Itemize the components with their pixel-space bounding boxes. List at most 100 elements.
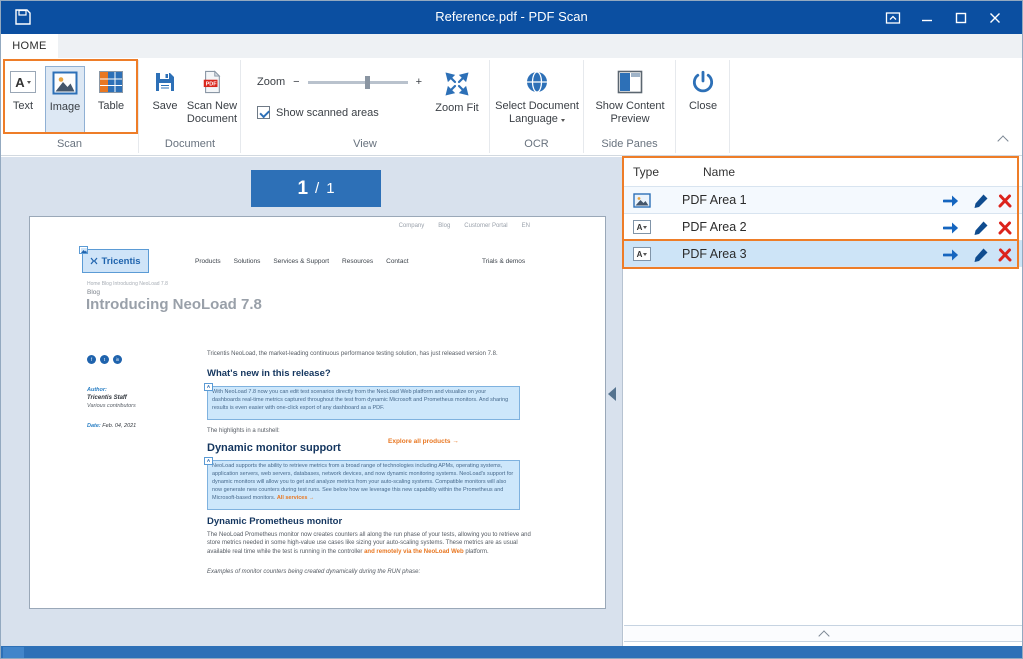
ribbon-group-scan: A Text Image Table Scan <box>1 60 139 153</box>
statusbar-accent <box>3 647 24 659</box>
zoom-slider-handle[interactable] <box>365 76 370 89</box>
doc-nutshell-line: The highlights in a nutshell: <box>207 428 280 434</box>
delete-area-button[interactable] <box>994 193 1016 209</box>
doc-heading-release: What's new in this release? <box>207 368 331 379</box>
page-indicator: 1 / 1 <box>251 170 381 207</box>
zoom-label: Zoom <box>257 76 285 88</box>
zoom-fit-button[interactable]: Zoom Fit <box>431 68 483 136</box>
tricentis-logo-mark <box>90 257 98 265</box>
doc-author-sub: Various contributors <box>87 403 136 409</box>
goto-area-button[interactable] <box>942 220 964 236</box>
image-area-button[interactable]: Image <box>45 66 85 134</box>
zoom-in-button[interactable]: + <box>416 76 422 88</box>
close-window-button[interactable] <box>978 1 1012 34</box>
edit-area-button[interactable] <box>970 247 992 263</box>
minimize-button[interactable] <box>910 1 944 34</box>
ribbon-tab-row: HOME <box>1 34 1022 58</box>
power-icon <box>690 66 716 98</box>
show-scanned-areas-row: Show scanned areas <box>257 106 379 119</box>
column-header-name: Name <box>703 165 735 179</box>
ribbon-group-close: Close <box>676 60 730 153</box>
expand-pane-chevron-icon <box>818 630 829 641</box>
pdf-area-2-highlight[interactable]: A With NeoLoad 7.8 now you can edit test… <box>207 386 520 420</box>
text-area-marker-icon: A <box>204 457 213 465</box>
ribbon: A Text Image Table Scan <box>1 58 1022 156</box>
pdf-area-3-highlight[interactable]: A NeoLoad supports the ability to retrie… <box>207 460 520 510</box>
image-area-marker-icon <box>79 246 88 254</box>
save-icon <box>153 66 177 98</box>
close-document-button[interactable]: Close <box>679 66 727 134</box>
doc-social-icons: f t in <box>87 355 122 364</box>
pdf-area-1-highlight[interactable]: Tricentis <box>82 249 149 273</box>
column-header-type: Type <box>633 165 659 179</box>
edit-area-button[interactable] <box>970 193 992 209</box>
facebook-icon: f <box>87 355 96 364</box>
splitter-collapse-arrow[interactable] <box>608 387 616 401</box>
delete-area-button[interactable] <box>994 247 1016 263</box>
area-name: PDF Area 2 <box>682 220 747 234</box>
area-name: PDF Area 3 <box>682 247 747 261</box>
show-content-preview-button[interactable]: Show Content Preview <box>588 66 672 134</box>
ribbon-group-view: Zoom − + Show scanned areas Zoom Fit Vie… <box>241 60 490 153</box>
goto-area-button[interactable] <box>942 193 964 209</box>
table-icon <box>98 66 124 98</box>
zoom-out-button[interactable]: − <box>293 76 299 88</box>
zoom-controls: Zoom − + <box>257 76 422 88</box>
scanned-page-preview: CompanyBlogCustomer PortalEN Tricentis P… <box>29 216 606 609</box>
doc-top-links: CompanyBlogCustomer PortalEN <box>330 223 530 229</box>
window-controls <box>876 1 1012 34</box>
text-area-marker-icon: A <box>204 383 213 391</box>
window-title: Reference.pdf - PDF Scan <box>1 9 1022 24</box>
ribbon-collapse-chevron[interactable] <box>996 137 1010 147</box>
image-icon <box>52 67 78 99</box>
doc-examples-line: Examples of monitor counters being creat… <box>207 569 539 575</box>
tab-home[interactable]: HOME <box>1 34 58 58</box>
image-type-icon <box>633 193 651 213</box>
goto-area-button[interactable] <box>942 247 964 263</box>
ribbon-display-options-icon[interactable] <box>876 1 910 34</box>
pdf-areas-panel: Type Name PDF Area 1 A PDF Area 2 A PDF … <box>624 157 1023 646</box>
area-name: PDF Area 1 <box>682 193 747 207</box>
doc-author-label: Author: <box>87 387 107 393</box>
twitter-icon: t <box>100 355 109 364</box>
pdf-document-icon: PDF <box>201 66 223 98</box>
show-scanned-areas-label: Show scanned areas <box>276 107 379 119</box>
doc-inline-link: and remotely via the NeoLoad Web <box>364 549 464 555</box>
table-row-pdf-area-1[interactable]: PDF Area 1 <box>624 186 1023 213</box>
document-canvas: 1 / 1 CompanyBlogCustomer PortalEN Trice… <box>1 157 623 646</box>
scan-new-document-button[interactable]: PDF Scan New Document <box>184 66 240 134</box>
doc-all-services-link: All services → <box>277 495 315 501</box>
edit-area-button[interactable] <box>970 220 992 236</box>
doc-blog-label: Blog <box>87 289 100 296</box>
delete-area-button[interactable] <box>994 220 1016 236</box>
page-current: 1 <box>297 178 308 200</box>
save-button[interactable]: Save <box>146 66 184 134</box>
table-row-pdf-area-2[interactable]: A PDF Area 2 <box>624 213 1023 240</box>
doc-article-title: Introducing NeoLoad 7.8 <box>86 296 262 313</box>
text-style-icon: A <box>10 66 36 98</box>
content-preview-collapsed-pane[interactable] <box>624 625 1023 642</box>
zoom-fit-icon <box>444 68 470 100</box>
tricentis-logo-text: Tricentis <box>101 256 140 267</box>
content-preview-icon <box>617 66 643 98</box>
view-group-label: View <box>241 138 489 150</box>
show-scanned-areas-checkbox[interactable] <box>257 106 270 119</box>
maximize-button[interactable] <box>944 1 978 34</box>
doc-nav: ProductsSolutionsServices & SupportResou… <box>195 258 409 265</box>
doc-prometheus-paragraph: The NeoLoad Prometheus monitor now creat… <box>207 531 539 556</box>
doc-date: Date: Feb. 04, 2021 <box>87 423 136 429</box>
text-type-icon: A <box>633 247 651 261</box>
table-area-button[interactable]: Table <box>91 66 131 134</box>
doc-intro-paragraph: Tricentis NeoLoad, the market-leading co… <box>207 350 539 358</box>
scan-group-label: Scan <box>1 138 138 150</box>
globe-icon <box>524 66 550 98</box>
doc-explore-link: Explore all products → <box>388 438 459 445</box>
page-total: 1 <box>326 180 334 197</box>
status-bar <box>1 646 1022 659</box>
linkedin-icon: in <box>113 355 122 364</box>
zoom-slider[interactable] <box>308 81 408 84</box>
select-document-language-button[interactable]: Select Document Language <box>494 66 580 134</box>
text-area-button[interactable]: A Text <box>5 66 41 134</box>
table-row-pdf-area-3-selected[interactable]: A PDF Area 3 <box>624 240 1023 267</box>
doc-heading-monitor: Dynamic monitor support <box>207 442 341 454</box>
